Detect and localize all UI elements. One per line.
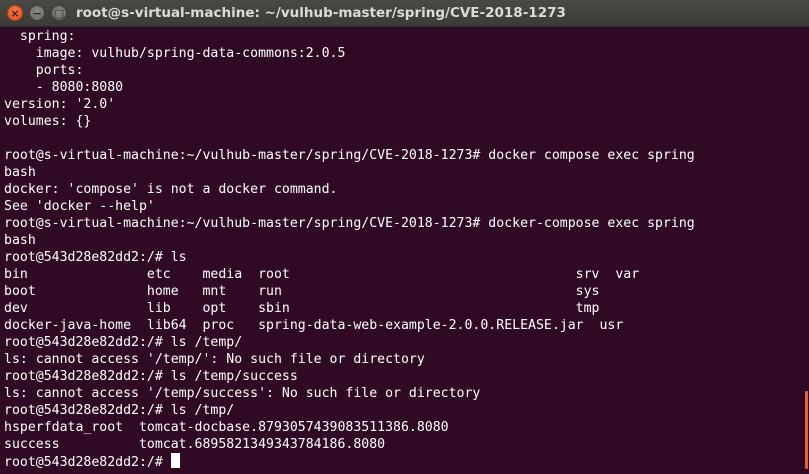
- terminal-line: ls: cannot access '/temp/': No such file…: [4, 352, 425, 367]
- terminal-line: ports:: [4, 63, 84, 78]
- terminal-line: version: '2.0': [4, 97, 116, 112]
- terminal-line: success tomcat.6895821349343784186.8080: [4, 437, 386, 452]
- command-prompt-line[interactable]: root@543d28e82dd2:/#: [4, 453, 800, 470]
- text-cursor: [170, 453, 180, 468]
- terminal-line: image: vulhub/spring-data-commons:2.0.5: [4, 46, 346, 61]
- minimize-button[interactable]: −: [29, 5, 45, 21]
- terminal-line: root@543d28e82dd2:/# ls /tmp/: [4, 403, 235, 418]
- terminal-line: docker-java-home lib64 proc spring-data-…: [4, 318, 624, 333]
- scrollbar[interactable]: [804, 28, 809, 474]
- terminal-line: hsperfdata_root tomcat-docbase.879305743…: [4, 420, 449, 435]
- terminal-line: bash: [4, 233, 36, 248]
- terminal-line: bash: [4, 165, 36, 180]
- terminal-output[interactable]: spring: image: vulhub/spring-data-common…: [4, 28, 800, 474]
- minimize-icon: −: [32, 7, 42, 20]
- terminal-line: root@s-virtual-machine:~/vulhub-master/s…: [4, 148, 695, 163]
- terminal-window: × − □ root@s-virtual-machine: ~/vulhub-m…: [0, 0, 809, 474]
- terminal-line: volumes: {}: [4, 114, 92, 129]
- terminal-line: - 8080:8080: [4, 80, 124, 95]
- terminal-line: spring:: [4, 29, 76, 44]
- terminal-line: root@543d28e82dd2:/# ls /temp/: [4, 335, 243, 350]
- close-button[interactable]: ×: [7, 5, 23, 21]
- terminal-line: bin etc media root srv var: [4, 267, 640, 282]
- terminal-line: docker: 'compose' is not a docker comman…: [4, 182, 338, 197]
- title-bar[interactable]: × − □ root@s-virtual-machine: ~/vulhub-m…: [0, 0, 809, 27]
- terminal-line: root@543d28e82dd2:/# ls /temp/success: [4, 369, 298, 384]
- close-icon: ×: [10, 7, 20, 20]
- terminal-line: root@543d28e82dd2:/# ls: [4, 250, 187, 265]
- terminal-line: boot home mnt run sys: [4, 284, 600, 299]
- maximize-button[interactable]: □: [51, 5, 67, 21]
- window-title: root@s-virtual-machine: ~/vulhub-master/…: [76, 5, 566, 21]
- scrollbar-thumb[interactable]: [805, 391, 808, 469]
- command-prompt: root@543d28e82dd2:/#: [4, 455, 171, 470]
- maximize-icon: □: [53, 7, 65, 20]
- terminal-line: dev lib opt sbin tmp: [4, 301, 600, 316]
- terminal-line: root@s-virtual-machine:~/vulhub-master/s…: [4, 216, 695, 231]
- terminal-line: See 'docker --help': [4, 199, 155, 214]
- terminal-line: ls: cannot access '/temp/success': No su…: [4, 386, 481, 401]
